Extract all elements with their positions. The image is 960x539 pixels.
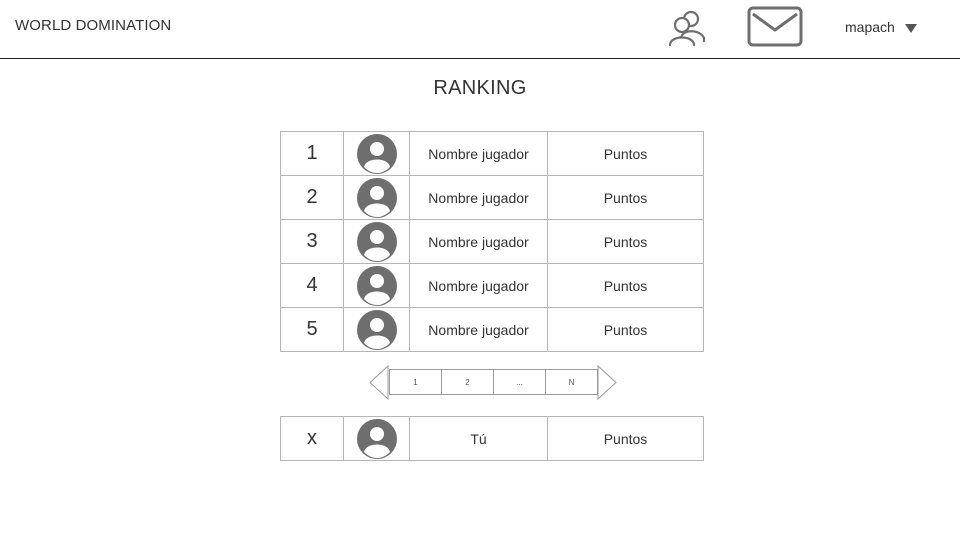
top-bar: WORLD DOMINATION mapach	[0, 0, 960, 59]
ranking-row[interactable]: 4 Nombre jugador Puntos	[280, 263, 704, 308]
player-name: Tú	[409, 416, 548, 461]
player-name: Nombre jugador	[409, 219, 548, 264]
avatar-icon	[356, 309, 397, 350]
page-button[interactable]: N	[545, 369, 598, 395]
pagination: 1 2... N	[368, 365, 618, 400]
player-points: Puntos	[547, 175, 704, 220]
player-points: Puntos	[547, 307, 704, 352]
ranking-row[interactable]: 1 Nombre jugador Puntos	[280, 131, 704, 176]
avatar-icon	[356, 418, 397, 459]
current-user-row[interactable]: x Tú Puntos	[280, 416, 704, 461]
rank-position: 3	[280, 219, 344, 264]
page-list: 1 2... N	[389, 369, 598, 395]
rank-position: 4	[280, 263, 344, 308]
player-name: Nombre jugador	[409, 175, 548, 220]
app-title[interactable]: WORLD DOMINATION	[15, 17, 171, 34]
friends-icon[interactable]	[667, 8, 707, 48]
ranking-row[interactable]: 5 Nombre jugador Puntos	[280, 307, 704, 352]
avatar-icon	[356, 177, 397, 218]
caret-down-icon	[904, 23, 917, 33]
player-name: Nombre jugador	[409, 263, 548, 308]
ranking-table: 1 Nombre jugador Puntos 2 Nombre jugador Punt…	[280, 131, 704, 352]
rank-position: 1	[280, 131, 344, 176]
page-button[interactable]: 1	[389, 369, 442, 395]
ranking-row[interactable]: 2 Nombre jugador Puntos	[280, 175, 704, 220]
player-points: Puntos	[547, 219, 704, 264]
rank-position: 2	[280, 175, 344, 220]
avatar-icon	[356, 221, 397, 262]
current-user-table: x Tú Puntos	[280, 416, 704, 461]
rank-position: 5	[280, 307, 344, 352]
user-menu[interactable]: mapach	[845, 17, 917, 37]
page-button[interactable]: 2	[441, 369, 494, 395]
ranking-row[interactable]: 3 Nombre jugador Puntos	[280, 219, 704, 264]
player-name: Nombre jugador	[409, 307, 548, 352]
next-page-arrow-icon[interactable]	[596, 365, 618, 400]
player-points: Puntos	[547, 131, 704, 176]
player-name: Nombre jugador	[409, 131, 548, 176]
page-button[interactable]: ...	[493, 369, 546, 395]
avatar-icon	[356, 133, 397, 174]
player-points: Puntos	[547, 263, 704, 308]
previous-page-arrow-icon[interactable]	[368, 365, 390, 400]
username-label: mapach	[845, 19, 895, 35]
mail-icon[interactable]	[747, 6, 803, 48]
page-title: RANKING	[433, 77, 527, 99]
rank-position: x	[280, 416, 344, 461]
player-points: Puntos	[547, 416, 704, 461]
avatar-icon	[356, 265, 397, 306]
